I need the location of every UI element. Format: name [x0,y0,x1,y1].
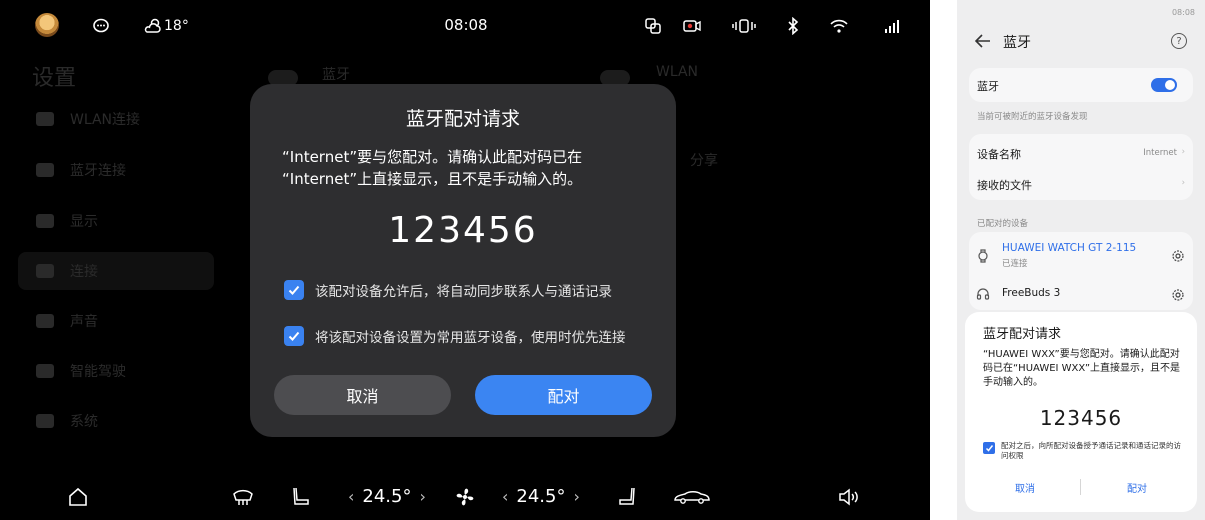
settings-title: 设置 [32,66,77,91]
sheet-message: “HUAWEI WXX”要与您配对。请确认此配对码已在“HUAWEI WXX”上… [983,349,1181,388]
fan-icon[interactable] [452,484,478,510]
dialog-message-line2: “Internet”上直接显示，且不是手动输入的。 [282,170,583,188]
sheet-cancel-button[interactable]: 取消 [975,480,1075,495]
sheet-pair-button[interactable]: 配对 [1087,480,1187,495]
temp-right-increase[interactable]: › [573,487,579,506]
sync-contacts-checkbox[interactable] [284,280,304,300]
phone-status-bar: 08:08 [957,8,1205,20]
pairing-code: 123456 [388,210,538,251]
dialog-title: 蓝牙配对请求 [405,108,520,130]
cancel-button[interactable]: 取消 [274,375,451,415]
phone-bluetooth-label: 蓝牙 [977,80,999,93]
wifi-icon[interactable] [828,15,850,37]
sync-contacts-label: 该配对设备允许后，将自动同步联系人与通话记录 [315,284,612,300]
settings-menu-item[interactable]: 显示 [18,202,214,240]
settings-menu-item[interactable]: 系统 [18,402,214,440]
device-name-value: Internet [1143,148,1177,158]
avatar[interactable] [35,13,59,37]
gear-icon[interactable] [1171,248,1185,262]
preferred-device-option[interactable]: 将该配对设备设置为常用蓝牙设备，使用时优先连接 [284,326,626,346]
bluetooth-icon[interactable] [782,15,804,37]
temp-left-value: 24.5° [362,486,412,507]
preferred-device-label: 将该配对设备设置为常用蓝牙设备，使用时优先连接 [315,330,626,346]
received-files-label[interactable]: 接收的文件 [977,177,1032,193]
volume-icon[interactable] [836,484,862,510]
vibrate-icon[interactable] [731,15,757,37]
paired-header: 已配对的设备 [977,219,1029,229]
paired-device-status: 已连接 [1002,259,1028,269]
pairing-dialog: 蓝牙配对请求 “Internet”要与您配对。请确认此配对码已在 “Intern… [250,84,676,437]
phone-status-time: 08:08 [1171,8,1195,17]
bg-bluetooth-label: 蓝牙 [322,67,350,83]
settings-menu-item[interactable]: 连接 [18,252,214,290]
settings-menu-item[interactable]: 智能驾驶 [18,352,214,390]
settings-menu-item[interactable]: 蓝牙连接 [18,151,214,189]
device-name-label[interactable]: 设备名称 [977,146,1021,162]
pair-button[interactable]: 配对 [475,375,652,415]
car-icon[interactable] [672,484,712,510]
bottom-dock: ‹ 24.5° › ‹ 24.5° › [0,472,930,520]
temp-left-increase[interactable]: › [419,487,425,506]
help-icon[interactable]: ? [1171,33,1187,49]
paired-devices-card: HUAWEI WATCH GT 2-115 已连接 FreeBuds 3 [969,232,1193,310]
signal-icon [882,15,904,37]
bluetooth-card: 蓝牙 [969,68,1193,102]
discoverable-note: 当前可被附近的蓝牙设备发现 [977,112,1088,122]
sheet-permission-checkbox[interactable] [983,442,995,454]
temp-right-value: 24.5° [516,486,566,507]
screen-mirror-icon[interactable] [642,15,664,37]
chevron-right-icon: › [1181,178,1185,188]
dialog-message-line1: “Internet”要与您配对。请确认此配对码已在 [282,148,583,166]
sheet-permission-label: 配对之后，向所配对设备授予通话记录和通话记录的访问权限 [1001,441,1181,460]
dialog-message: “Internet”要与您配对。请确认此配对码已在 “Internet”上直接显… [282,146,652,190]
paired-device-name: FreeBuds 3 [1002,287,1061,299]
gear-icon[interactable] [1171,287,1185,301]
seat-left-icon[interactable] [290,484,312,510]
bg-share-label: 分享 [690,153,718,169]
defrost-icon[interactable] [230,484,256,510]
record-icon[interactable] [681,15,703,37]
device-info-card: 设备名称 Internet › 接收的文件 › [969,134,1193,200]
watch-icon [977,248,989,267]
back-arrow-icon[interactable] [974,33,991,52]
seat-right-icon[interactable] [616,484,638,510]
temp-right-decrease[interactable]: ‹ [502,487,508,506]
sheet-pairing-code: 123456 [1039,406,1123,430]
weather-icon [142,15,164,37]
phone-bluetooth-toggle[interactable] [1151,78,1177,92]
status-time: 08:08 [444,16,488,34]
home-icon[interactable] [66,484,90,510]
bg-wlan-label: WLAN [656,64,699,80]
phone-screen: 08:08 蓝牙 ? 蓝牙 当前可被附近的蓝牙设备发现 设备名称 Interne… [957,0,1205,520]
sync-contacts-option[interactable]: 该配对设备允许后，将自动同步联系人与通话记录 [284,280,612,300]
phone-header: 蓝牙 [974,32,1031,52]
status-bar: 18° 08:08 [0,0,930,52]
phone-pairing-sheet: 蓝牙配对请求 “HUAWEI WXX”要与您配对。请确认此配对码已在“HUAWE… [965,312,1197,512]
message-icon[interactable] [90,15,112,37]
chevron-right-icon: › [1181,147,1185,157]
headphones-icon [976,286,990,305]
paired-device-name: HUAWEI WATCH GT 2-115 [1002,242,1137,254]
temp-left-decrease[interactable]: ‹ [348,487,354,506]
temp-right-control[interactable]: ‹ 24.5° › [502,486,580,507]
preferred-device-checkbox[interactable] [284,326,304,346]
settings-menu-item[interactable]: 声音 [18,302,214,340]
temp-left-control[interactable]: ‹ 24.5° › [348,486,426,507]
weather-temp: 18° [164,18,189,34]
settings-menu-item[interactable]: WLAN连接 [18,100,214,138]
car-screen: 18° 08:08 设置 WLAN连接 蓝牙连接 显示 连接 声音 智能驾驶 系… [0,0,930,520]
sheet-button-divider [1080,479,1081,495]
sheet-title: 蓝牙配对请求 [983,327,1062,342]
phone-page-title: 蓝牙 [1003,35,1031,51]
